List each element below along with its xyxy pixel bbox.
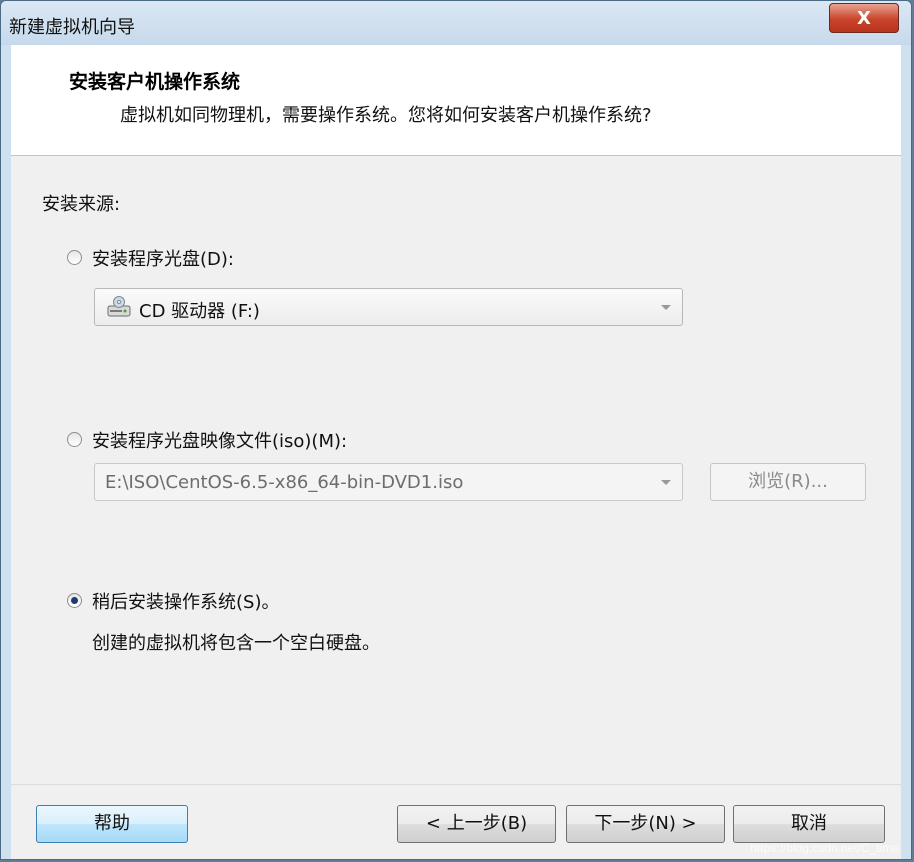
cd-drive-icon bbox=[107, 296, 131, 317]
title-bar[interactable]: 新建虚拟机向导 X bbox=[1, 1, 911, 45]
page-subtitle: 虚拟机如同物理机，需要操作系统。您将如何安装客户机操作系统? bbox=[120, 105, 652, 126]
install-later-description: 创建的虚拟机将包含一个空白硬盘。 bbox=[92, 633, 380, 654]
wizard-window: 新建虚拟机向导 X 安装客户机操作系统 虚拟机如同物理机，需要操作系统。您将如何… bbox=[0, 0, 912, 860]
window-title: 新建虚拟机向导 bbox=[9, 17, 135, 38]
drive-select-value: CD 驱动器 (F:) bbox=[139, 301, 260, 322]
wizard-header: 安装客户机操作系统 虚拟机如同物理机，需要操作系统。您将如何安装客户机操作系统? bbox=[11, 45, 901, 156]
next-button[interactable]: 下一步(N) > bbox=[566, 805, 725, 843]
radio-install-disc-label[interactable]: 安装程序光盘(D): bbox=[92, 245, 234, 271]
close-button[interactable]: X bbox=[829, 3, 899, 33]
back-button[interactable]: < 上一步(B) bbox=[397, 805, 556, 843]
iso-path-value: E:\ISO\CentOS-6.5-x86_64-bin-DVD1.iso bbox=[105, 472, 464, 493]
install-source-label: 安装来源: bbox=[42, 194, 121, 215]
browse-button[interactable]: 浏览(R)... bbox=[710, 463, 866, 501]
radio-install-iso[interactable] bbox=[67, 432, 82, 447]
iso-path-input[interactable]: E:\ISO\CentOS-6.5-x86_64-bin-DVD1.iso bbox=[94, 463, 683, 501]
help-button[interactable]: 帮助 bbox=[36, 805, 188, 843]
watermark: https://blog.csdn.net/C_time bbox=[750, 841, 899, 855]
drive-select[interactable]: CD 驱动器 (F:) bbox=[94, 288, 683, 326]
radio-install-disc[interactable] bbox=[67, 250, 82, 265]
cancel-button[interactable]: 取消 bbox=[733, 805, 885, 843]
page-title: 安装客户机操作系统 bbox=[69, 71, 241, 93]
close-icon: X bbox=[857, 7, 871, 29]
chevron-down-icon bbox=[661, 480, 671, 485]
radio-install-later-label[interactable]: 稍后安装操作系统(S)。 bbox=[92, 588, 279, 614]
wizard-content: 安装来源: 安装程序光盘(D): CD 驱动器 (F:) 安装程序光盘映像文件(… bbox=[11, 156, 901, 784]
chevron-down-icon bbox=[661, 305, 671, 310]
radio-install-iso-label[interactable]: 安装程序光盘映像文件(iso)(M): bbox=[92, 427, 347, 453]
radio-install-later[interactable] bbox=[67, 593, 82, 608]
